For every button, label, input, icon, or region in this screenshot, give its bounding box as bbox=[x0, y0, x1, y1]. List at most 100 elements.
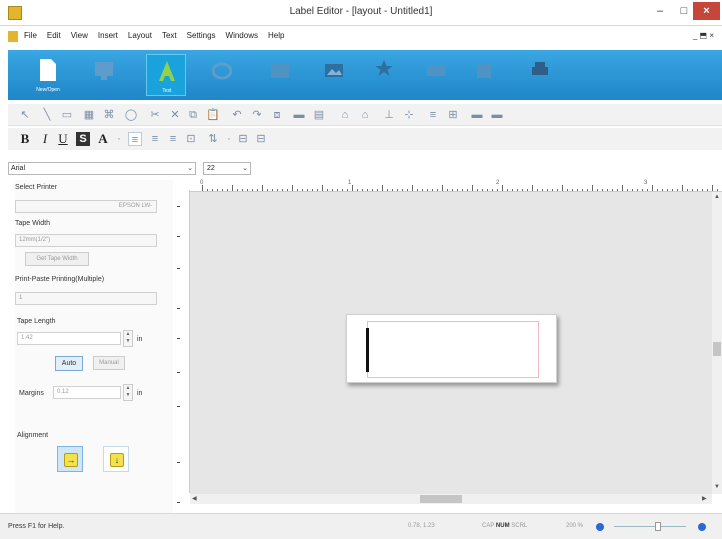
ruler-tick bbox=[327, 189, 328, 191]
ruler-tick bbox=[542, 189, 543, 191]
ribbon-frame-button[interactable] bbox=[202, 54, 242, 96]
margins-label: Margins bbox=[19, 390, 44, 397]
redo-icon[interactable]: ↷ bbox=[250, 108, 264, 122]
line-icon[interactable]: ╲ bbox=[40, 108, 54, 122]
get-tape-width-button[interactable]: Get Tape Width bbox=[25, 252, 89, 266]
menu-edit[interactable]: Edit bbox=[47, 31, 61, 40]
margins-stepper[interactable]: ▲ ▼ bbox=[123, 384, 133, 401]
align-bottom-icon[interactable]: ⌂ bbox=[358, 108, 372, 122]
vertical-scrollbar[interactable]: ▲ ▼ bbox=[712, 192, 722, 494]
align-text-center-icon[interactable]: ≡ bbox=[148, 132, 162, 146]
align-vertical-button[interactable]: ↓ bbox=[103, 446, 129, 472]
bold-button[interactable]: B bbox=[18, 132, 32, 146]
alignment-label: Alignment bbox=[17, 432, 49, 439]
manual-button[interactable]: Manual bbox=[93, 356, 125, 370]
paste-icon[interactable]: 📋 bbox=[206, 108, 220, 122]
undo-icon[interactable]: ↶ bbox=[230, 108, 244, 122]
menu-text[interactable]: Text bbox=[162, 31, 177, 40]
document-menu-icon[interactable] bbox=[8, 31, 18, 42]
text-box-icon[interactable]: ⊡ bbox=[184, 132, 198, 146]
zoom-out-icon[interactable] bbox=[596, 523, 604, 531]
shadow-button[interactable]: S bbox=[76, 132, 90, 146]
align-top-icon[interactable]: ⌂ bbox=[338, 108, 352, 122]
font-size-select[interactable]: 22 ⌄ bbox=[203, 162, 251, 175]
menu-view[interactable]: View bbox=[71, 31, 88, 40]
editor-canvas[interactable] bbox=[190, 192, 712, 494]
close-button[interactable]: × bbox=[693, 2, 720, 20]
zoom-slider-track[interactable] bbox=[614, 526, 686, 527]
send-back-icon[interactable]: ▬ bbox=[490, 108, 504, 122]
printer-select[interactable]: EPSON LW- bbox=[15, 200, 157, 213]
zoom-slider-handle[interactable] bbox=[655, 522, 661, 531]
bring-front-icon[interactable]: ▬ bbox=[470, 108, 484, 122]
italic-button[interactable]: I bbox=[38, 132, 52, 146]
scroll-up-icon[interactable]: ▲ bbox=[714, 194, 720, 200]
tape-width-value: 12mm(1/2") bbox=[19, 237, 51, 243]
underline-button[interactable]: U bbox=[56, 132, 70, 146]
arrange-icon[interactable]: ⊞ bbox=[446, 108, 460, 122]
font-color-dropdown-icon[interactable]: · bbox=[112, 132, 126, 146]
grid-icon[interactable]: ▦ bbox=[82, 108, 96, 122]
group-icon[interactable]: ⧈ bbox=[270, 108, 284, 122]
copy-icon[interactable]: ⧉ bbox=[186, 108, 200, 122]
panel-splitter[interactable] bbox=[174, 180, 182, 513]
scroll-left-icon[interactable]: ◀ bbox=[192, 495, 197, 502]
frame-object-icon[interactable]: ▬ bbox=[292, 108, 306, 122]
document-window-controls[interactable]: _ ⬒ × bbox=[693, 31, 714, 40]
scroll-right-icon[interactable]: ▶ bbox=[702, 495, 707, 502]
menu-file[interactable]: File bbox=[24, 31, 37, 40]
tape-width-select[interactable]: 12mm(1/2") bbox=[15, 234, 157, 247]
horizontal-text-icon[interactable]: ⊟ bbox=[254, 132, 268, 146]
auto-button[interactable]: Auto bbox=[55, 356, 83, 371]
rectangle-icon[interactable]: ▭ bbox=[60, 108, 74, 122]
menu-layout[interactable]: Layout bbox=[128, 31, 152, 40]
ribbon-image-button[interactable] bbox=[314, 54, 354, 96]
ruler-tick bbox=[647, 189, 648, 191]
ribbon-new-open-button[interactable]: New/Open bbox=[28, 54, 68, 96]
menu-help[interactable]: Help bbox=[268, 31, 284, 40]
ribbon-text-button[interactable]: Text bbox=[146, 54, 186, 96]
ruler-tick bbox=[712, 185, 713, 191]
ribbon-print-button[interactable] bbox=[520, 54, 560, 96]
horizontal-scrollbar[interactable]: ◀ ▶ bbox=[190, 494, 712, 504]
align-left-button[interactable]: → bbox=[57, 446, 83, 472]
ruler-tick bbox=[697, 189, 698, 191]
ribbon-barcode-button[interactable] bbox=[416, 54, 456, 96]
align-text-left-icon[interactable]: ≡ bbox=[128, 132, 142, 146]
align-left-icon[interactable]: ⊥ bbox=[382, 108, 396, 122]
cut-icon[interactable]: ✂ bbox=[148, 108, 162, 122]
select-arrow-icon[interactable]: ↖ bbox=[18, 108, 32, 122]
menu-settings[interactable]: Settings bbox=[187, 31, 216, 40]
horizontal-scroll-thumb[interactable] bbox=[420, 495, 462, 503]
ellipse-icon[interactable]: ◯ bbox=[124, 108, 138, 122]
font-color-button[interactable]: A bbox=[96, 132, 110, 146]
font-family-select[interactable]: Arial ⌄ bbox=[8, 162, 196, 175]
spacing-icon[interactable]: ⇅ bbox=[206, 132, 220, 146]
ruler-tick bbox=[617, 189, 618, 191]
ruler-tick bbox=[577, 189, 578, 191]
path-icon[interactable]: ⌘ bbox=[102, 108, 116, 122]
vertical-text-icon[interactable]: ⊟ bbox=[236, 132, 250, 146]
label-tape[interactable] bbox=[346, 314, 557, 383]
ribbon-symbol-button[interactable] bbox=[364, 54, 404, 96]
menu-windows[interactable]: Windows bbox=[226, 31, 258, 40]
layout-icon[interactable]: ▤ bbox=[312, 108, 326, 122]
ribbon-date-button[interactable] bbox=[464, 54, 504, 96]
print-paste-select[interactable]: 1 bbox=[15, 292, 157, 305]
margins-input[interactable]: 0.12 bbox=[53, 386, 121, 399]
ribbon-print-preview-button[interactable] bbox=[84, 54, 124, 96]
scroll-down-icon[interactable]: ▼ bbox=[714, 484, 720, 490]
delete-icon[interactable]: ✕ bbox=[168, 108, 182, 122]
align-text-right-icon[interactable]: ≡ bbox=[166, 132, 180, 146]
tape-length-stepper[interactable]: ▲ ▼ bbox=[123, 330, 133, 347]
distribute-icon[interactable]: ≡ bbox=[426, 108, 440, 122]
ribbon-table-button[interactable] bbox=[260, 54, 300, 96]
spacing-dropdown-icon[interactable]: · bbox=[222, 132, 236, 146]
align-center-icon[interactable]: ⊹ bbox=[402, 108, 416, 122]
minimize-button[interactable]: – bbox=[648, 2, 672, 20]
ruler-tick bbox=[322, 185, 323, 191]
vertical-scroll-thumb[interactable] bbox=[713, 342, 721, 356]
menu-insert[interactable]: Insert bbox=[98, 31, 118, 40]
tape-length-input[interactable]: 1.42 bbox=[17, 332, 121, 345]
zoom-in-icon[interactable] bbox=[698, 523, 706, 531]
